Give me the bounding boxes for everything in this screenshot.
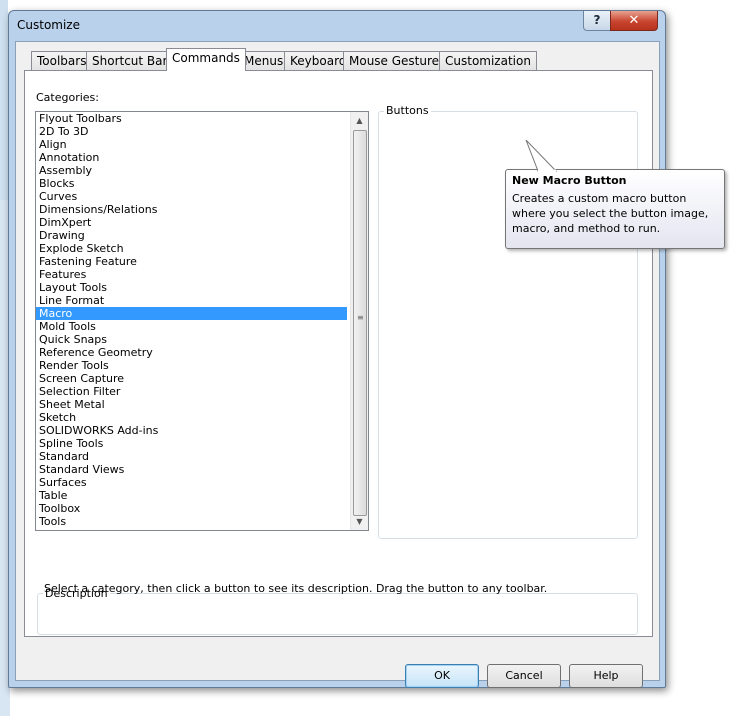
category-item[interactable]: Line Format: [36, 294, 347, 307]
tooltip-title: New Macro Button: [512, 174, 627, 187]
tab-mouse-gestures[interactable]: Mouse Gestures: [343, 51, 452, 70]
category-item[interactable]: Selection Filter: [36, 385, 347, 398]
title-help-button[interactable]: ?: [583, 11, 611, 31]
category-item[interactable]: Reference Geometry: [36, 346, 347, 359]
categories-scrollbar[interactable]: ▲ ≡ ▼: [350, 112, 368, 530]
scroll-up-arrow-icon[interactable]: ▲: [351, 112, 368, 129]
category-item[interactable]: Dimensions/Relations: [36, 203, 347, 216]
tooltip-callout: New Macro Button Creates a custom macro …: [505, 169, 725, 249]
category-item[interactable]: Sheet Metal: [36, 398, 347, 411]
cancel-button[interactable]: Cancel: [487, 664, 561, 688]
buttons-group-label: Buttons: [384, 104, 431, 117]
category-item[interactable]: Fastening Feature: [36, 255, 347, 268]
description-group: [37, 593, 638, 635]
category-item[interactable]: Curves: [36, 190, 347, 203]
category-item[interactable]: Render Tools: [36, 359, 347, 372]
category-item[interactable]: Standard: [36, 450, 347, 463]
scroll-grip-icon: ≡: [357, 313, 364, 322]
tab-commands[interactable]: Commands: [166, 48, 246, 71]
category-item[interactable]: Standard Views: [36, 463, 347, 476]
category-item[interactable]: Macro: [36, 307, 347, 320]
category-item[interactable]: Assembly: [36, 164, 347, 177]
tab-customization[interactable]: Customization: [439, 51, 537, 70]
category-item[interactable]: Sketch: [36, 411, 347, 424]
tooltip-body: Creates a custom macro button where you …: [512, 192, 709, 235]
category-item[interactable]: Annotation: [36, 151, 347, 164]
category-item[interactable]: Toolbox: [36, 502, 347, 515]
title-close-button[interactable]: ✕: [610, 11, 658, 31]
category-item[interactable]: Surfaces: [36, 476, 347, 489]
category-item[interactable]: DimXpert: [36, 216, 347, 229]
categories-listbox[interactable]: Flyout Toolbars 2D To 3D Align Annotation As…: [35, 111, 369, 531]
category-item[interactable]: Spline Tools: [36, 437, 347, 450]
tooltip-pointer: [525, 140, 558, 172]
customize-dialog: Customize ? ✕ Toolbars Shortcut Bars Com…: [8, 10, 666, 688]
dialog-client-area: Toolbars Shortcut Bars Commands Menus Ke…: [15, 41, 660, 688]
help-button[interactable]: Help: [569, 664, 643, 688]
category-item[interactable]: Mold Tools: [36, 320, 347, 333]
category-item[interactable]: Table: [36, 489, 347, 502]
category-item[interactable]: Align: [36, 138, 347, 151]
category-item[interactable]: Drawing: [36, 229, 347, 242]
ok-button[interactable]: OK: [405, 664, 479, 688]
category-item[interactable]: Blocks: [36, 177, 347, 190]
category-item[interactable]: SOLIDWORKS Add-ins: [36, 424, 347, 437]
category-item[interactable]: Quick Snaps: [36, 333, 347, 346]
instruction-text: Select a category, then click a button t…: [44, 582, 548, 595]
scroll-thumb[interactable]: ≡: [353, 130, 367, 516]
category-item[interactable]: 2D To 3D: [36, 125, 347, 138]
categories-list: Flyout Toolbars 2D To 3D Align Annotation As…: [36, 112, 368, 528]
dialog-title: Customize: [17, 18, 80, 32]
category-item[interactable]: Layout Tools: [36, 281, 347, 294]
tab-toolbars[interactable]: Toolbars: [31, 51, 93, 70]
category-item[interactable]: Tools: [36, 515, 347, 528]
category-item[interactable]: Flyout Toolbars: [36, 112, 347, 125]
scroll-down-arrow-icon[interactable]: ▼: [351, 513, 368, 530]
category-item[interactable]: Features: [36, 268, 347, 281]
category-item[interactable]: Explode Sketch: [36, 242, 347, 255]
categories-label: Categories:: [36, 91, 99, 104]
category-item[interactable]: Screen Capture: [36, 372, 347, 385]
